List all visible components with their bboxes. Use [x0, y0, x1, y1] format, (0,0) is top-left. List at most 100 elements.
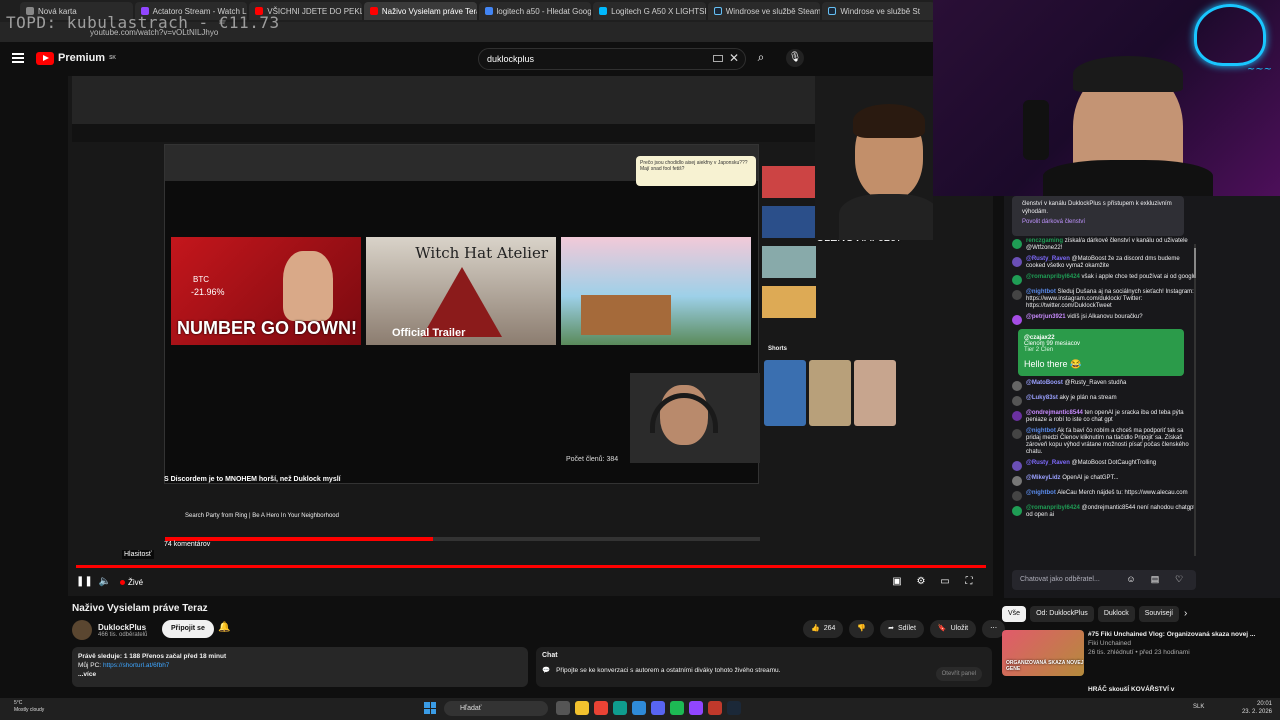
dislike-button[interactable]: 👎	[849, 620, 875, 638]
chat-user[interactable]: @petrjun3921	[1026, 314, 1066, 320]
avatar	[1012, 461, 1022, 471]
fullscreen-icon[interactable]: ⛶	[962, 575, 976, 589]
save-button[interactable]: 🔖 Uložit	[929, 620, 977, 638]
chat-user[interactable]: @nightbot	[1026, 289, 1056, 295]
avatar	[1012, 239, 1022, 249]
settings-icon[interactable]: ⚙	[914, 575, 928, 589]
browser-tab-active[interactable]: Naživo Vysielam práve Tera	[363, 2, 477, 20]
system-clock[interactable]: 20:01 23. 2. 2026	[1242, 700, 1272, 716]
chat-input[interactable]: Chatovat jako odběratel...	[1012, 570, 1196, 590]
video-progress-bar[interactable]	[76, 565, 986, 568]
youtube-play-icon	[36, 51, 54, 65]
taskbar-search[interactable]: Hľadať	[444, 701, 548, 716]
description-link[interactable]: https://shorturl.at/6fbh7	[103, 662, 169, 669]
like-button[interactable]: 👍 264	[803, 620, 844, 638]
recommendation-title[interactable]: #75 Fiki Unchained Vlog: Organizovaná sk…	[1088, 630, 1255, 639]
join-button[interactable]: Připojit se	[162, 620, 214, 638]
volume-icon[interactable]: 🔈	[98, 575, 112, 589]
live-badge[interactable]: Živé	[120, 578, 143, 587]
chat-user[interactable]: @romanpribyl6424	[1026, 505, 1080, 511]
chip-all[interactable]: Vše	[1002, 606, 1027, 622]
chat-message: @Rusty_Raven @MatoBoost že za discord dm…	[1012, 256, 1198, 270]
chat-user[interactable]: @nightbot	[1026, 428, 1056, 434]
twitch-icon[interactable]	[689, 701, 703, 715]
chip-related[interactable]: Souvisejí	[1138, 606, 1180, 622]
recommendation-thumbnail[interactable]: ORGANIZOVANÁ SKAZA NOVEJ GENE	[1002, 630, 1084, 676]
microphone-stand	[1023, 100, 1049, 160]
description-box[interactable]: Právě sleduje: 1 188 Přenos začal před 1…	[72, 647, 528, 687]
discord-icon[interactable]	[651, 701, 665, 715]
guest-body	[839, 194, 933, 240]
chat-user[interactable]: @ondrejmantic8544	[1026, 410, 1083, 416]
clear-search-icon[interactable]: ✕	[729, 51, 739, 65]
inner-webcam	[630, 373, 760, 463]
chip-duklock[interactable]: Duklock	[1097, 606, 1135, 622]
file-explorer-icon[interactable]	[575, 701, 589, 715]
thumbs-up-icon: 👍	[811, 625, 820, 632]
youtube-logo[interactable]: Premium SK	[36, 51, 117, 65]
chat-user[interactable]: @Luky83st	[1026, 395, 1058, 401]
language-indicator[interactable]: SLK	[1193, 704, 1204, 710]
video-controls-right: ▣ ⚙ ▭ ⛶	[890, 575, 976, 589]
app-icon[interactable]	[708, 701, 722, 715]
weather-widget[interactable]: 5°C Mostly cloudy	[14, 700, 44, 714]
chat-user[interactable]: @romanpribyl6424	[1026, 274, 1080, 280]
chat-user[interactable]: @MatoBoost	[1026, 380, 1063, 386]
chip-from-channel[interactable]: Od: DuklockPlus	[1030, 606, 1094, 622]
task-view-icon[interactable]	[556, 701, 570, 715]
live-chat-panel: členství v kanálu DuklockPlus s přístupe…	[1004, 196, 1280, 598]
keyboard-icon[interactable]	[713, 55, 723, 62]
recommendation-item[interactable]: ORGANIZOVANÁ SKAZA NOVEJ GENE #75 Fiki U…	[1002, 630, 1280, 680]
chat-user[interactable]: @Rusty_Raven	[1026, 460, 1070, 466]
channel-name[interactable]: DuklockPlus	[98, 623, 147, 632]
notification-bell-icon[interactable]: 🔔	[218, 622, 230, 633]
pip-icon[interactable]: ▣	[890, 575, 904, 589]
steam-icon[interactable]	[727, 701, 741, 715]
thumbs-down-icon: 👎	[857, 625, 867, 632]
avatar	[1012, 506, 1022, 516]
store-icon[interactable]	[632, 701, 646, 715]
open-panel-button[interactable]: Otevřít panel	[935, 667, 982, 681]
avatar	[1012, 275, 1022, 285]
chat-user[interactable]: @nightbot	[1026, 490, 1056, 496]
chrome-icon[interactable]	[594, 701, 608, 715]
spotify-icon[interactable]	[670, 701, 684, 715]
streamer-webcam: ~~~	[933, 0, 1280, 196]
search-icon[interactable]: ⌕	[750, 50, 772, 66]
description-more[interactable]: ...více	[78, 670, 522, 679]
chat-text: aky je plán na stream	[1059, 395, 1117, 401]
chevron-right-icon[interactable]: ›	[1184, 608, 1187, 619]
pause-icon[interactable]: ❚❚	[76, 575, 93, 589]
edge-icon[interactable]	[613, 701, 627, 715]
windows-start-icon[interactable]	[424, 702, 436, 714]
browser-tab[interactable]: Windrose ve službě Steam	[707, 2, 821, 20]
bull-logo-icon	[1194, 4, 1266, 66]
heart-icon[interactable]: ♡	[1174, 574, 1184, 584]
chat-scrollbar[interactable]	[1194, 244, 1196, 556]
browser-tab[interactable]: Logitech G A50 X LIGHTSPEED	[593, 2, 706, 20]
browser-tab[interactable]: Windrose ve službě St	[822, 2, 935, 20]
chat-user[interactable]: @Rusty_Raven	[1026, 256, 1070, 262]
share-button[interactable]: ➦ Sdílet	[880, 620, 924, 638]
chat-menu-icon[interactable]: ▤	[1150, 574, 1160, 584]
channel-avatar[interactable]	[72, 620, 92, 640]
gift-link[interactable]: Povolit dárková členství	[1022, 218, 1174, 226]
guest-webcam	[815, 76, 933, 240]
like-count: 264	[823, 625, 836, 632]
browser-tab[interactable]: logitech a50 - Hledat Googlem	[478, 2, 592, 20]
emoji-icon[interactable]: ☺	[1126, 574, 1136, 584]
chat-text: @MatoBoost DotCaughtTrolling	[1071, 460, 1157, 466]
search-input[interactable]: duklockplus ✕	[478, 48, 746, 70]
menu-icon[interactable]	[12, 53, 24, 63]
membership-milestone-card: @czajax22 Členom 99 mesiacov Tier 2 Člen…	[1018, 329, 1184, 376]
microphone-icon[interactable]: 🎙	[786, 49, 804, 67]
logo-region: SK	[109, 55, 117, 61]
chat-user[interactable]: @MikeyLidz	[1026, 475, 1061, 481]
description-stats: Právě sleduje: 1 188 Přenos začal před 1…	[78, 653, 227, 660]
theater-icon[interactable]: ▭	[938, 575, 952, 589]
chat-user[interactable]: renczgaming	[1026, 238, 1063, 244]
chat-scroll-thumb[interactable]	[1194, 248, 1196, 278]
youtube-chat-box: Chat 💬 Připojte se ke konverzaci s autore…	[536, 647, 992, 687]
channel-info[interactable]: DuklockPlus 466 tis. odběratelů	[72, 620, 147, 640]
recommendation-next-title[interactable]: HRÁČ skoušÍ KOVÁŘSTVÍ v	[1088, 686, 1174, 693]
